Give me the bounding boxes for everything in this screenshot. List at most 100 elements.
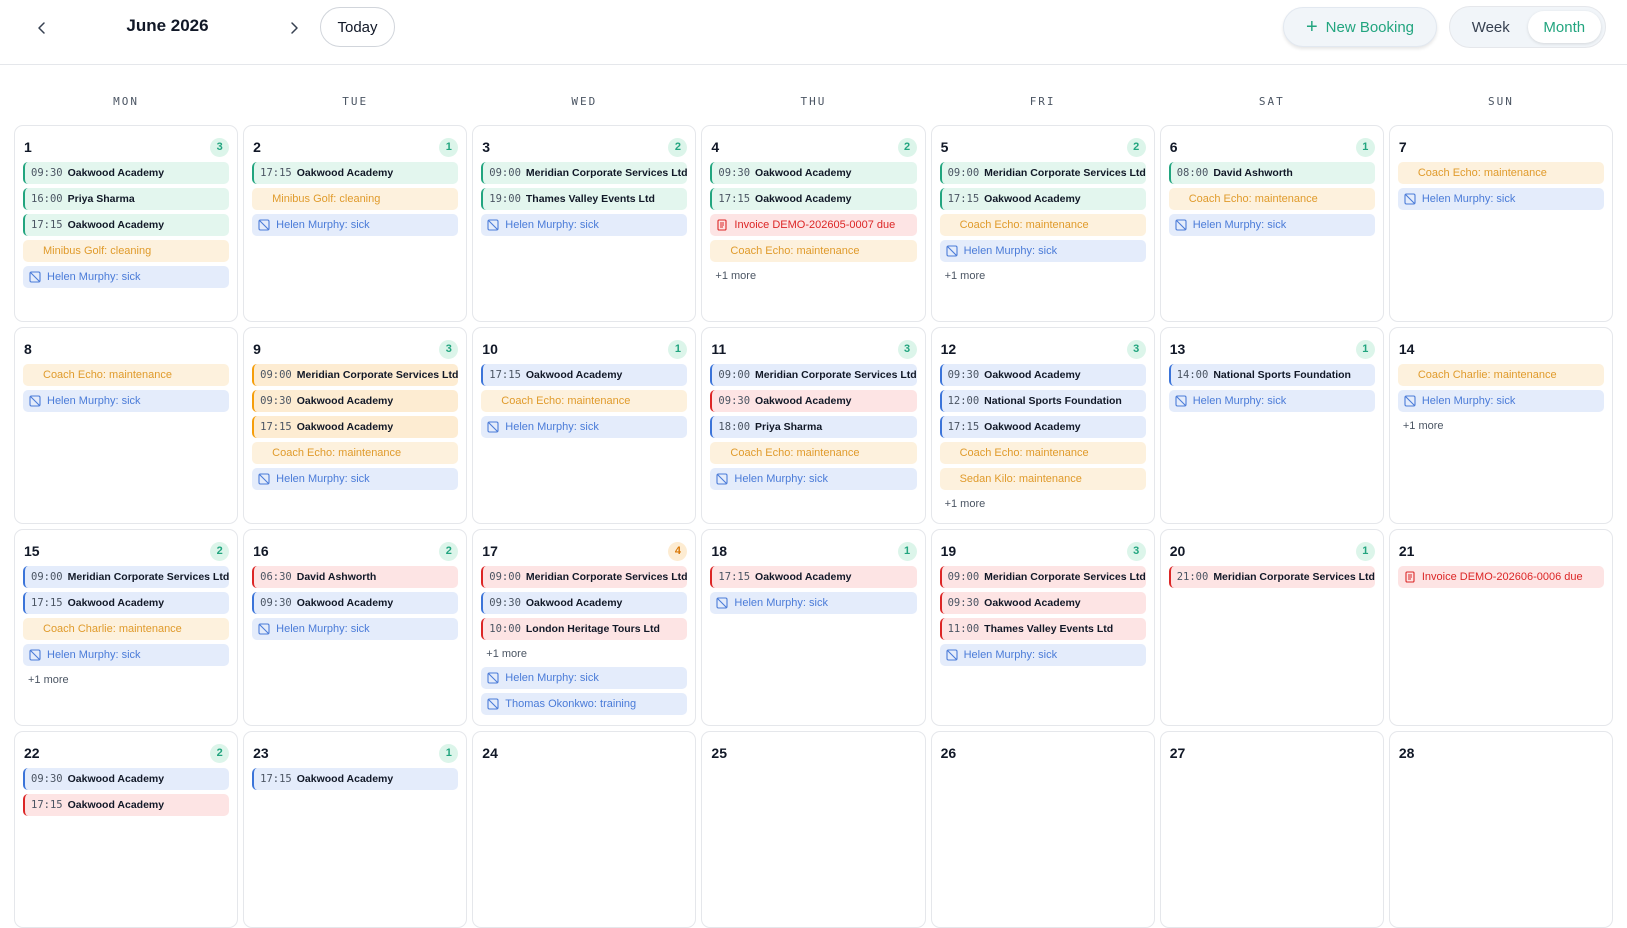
view-month-button[interactable]: Month bbox=[1527, 11, 1601, 43]
day-cell[interactable]: 17 4 09:00 Meridian Corporate Services Ltd 0… bbox=[472, 529, 697, 726]
today-button[interactable]: Today bbox=[320, 7, 395, 47]
booking-event[interactable]: 17:15 Oakwood Academy bbox=[252, 162, 459, 184]
staff-absence-event[interactable]: Helen Murphy: sick bbox=[1168, 214, 1375, 236]
booking-event[interactable]: 17:15 Oakwood Academy bbox=[23, 592, 230, 614]
booking-event[interactable]: 17:15 Oakwood Academy bbox=[252, 416, 459, 438]
invoice-due-event[interactable]: Invoice DEMO-202606-0006 due bbox=[1397, 566, 1604, 588]
booking-event[interactable]: 06:30 David Ashworth bbox=[252, 566, 459, 588]
day-cell[interactable]: 11 3 09:00 Meridian Corporate Services Ltd 0… bbox=[701, 327, 926, 524]
booking-event[interactable]: 08:00 David Ashworth bbox=[1168, 162, 1375, 184]
day-cell[interactable]: 5 2 09:00 Meridian Corporate Services Ltd 17… bbox=[930, 125, 1155, 322]
staff-absence-event[interactable]: Helen Murphy: sick bbox=[710, 592, 917, 614]
booking-event[interactable]: 09:30 Oakwood Academy bbox=[23, 162, 230, 184]
booking-event[interactable]: 09:30 Oakwood Academy bbox=[481, 592, 688, 614]
booking-event[interactable]: 10:00 London Heritage Tours Ltd bbox=[481, 618, 688, 640]
booking-event[interactable]: 17:15 Oakwood Academy bbox=[23, 794, 230, 816]
more-events-link[interactable]: +1 more bbox=[1398, 416, 1604, 435]
maintenance-event[interactable]: Coach Charlie: maintenance bbox=[1397, 364, 1604, 386]
day-cell[interactable]: 28 bbox=[1388, 731, 1613, 928]
staff-absence-event[interactable]: Helen Murphy: sick bbox=[23, 390, 230, 412]
day-cell[interactable]: 26 bbox=[930, 731, 1155, 928]
booking-event[interactable]: 17:15 Oakwood Academy bbox=[939, 416, 1146, 438]
booking-event[interactable]: 09:00 Meridian Corporate Services Ltd bbox=[710, 364, 917, 386]
day-cell[interactable]: 22 2 09:30 Oakwood Academy 17:15 Oakwood Acad… bbox=[14, 731, 239, 928]
day-cell[interactable]: 13 1 14:00 National Sports Foundation Helen … bbox=[1159, 327, 1384, 524]
day-cell[interactable]: 1 3 09:30 Oakwood Academy 16:00 Priya Sharma 1… bbox=[14, 125, 239, 322]
more-events-link[interactable]: +1 more bbox=[940, 494, 1146, 513]
booking-event[interactable]: 09:00 Meridian Corporate Services Ltd bbox=[23, 566, 230, 588]
day-cell[interactable]: 27 bbox=[1159, 731, 1384, 928]
maintenance-event[interactable]: Minibus Golf: cleaning bbox=[23, 240, 230, 262]
day-cell[interactable]: 12 3 09:30 Oakwood Academy 12:00 National Spo… bbox=[930, 327, 1155, 524]
booking-event[interactable]: 09:00 Meridian Corporate Services Ltd bbox=[939, 566, 1146, 588]
day-cell[interactable]: 3 2 09:00 Meridian Corporate Services Ltd 19… bbox=[472, 125, 697, 322]
maintenance-event[interactable]: Coach Echo: maintenance bbox=[252, 442, 459, 464]
booking-event[interactable]: 16:00 Priya Sharma bbox=[23, 188, 230, 210]
booking-event[interactable]: 17:15 Oakwood Academy bbox=[23, 214, 230, 236]
booking-event[interactable]: 09:30 Oakwood Academy bbox=[939, 364, 1146, 386]
day-cell[interactable]: 20 1 21:00 Meridian Corporate Services Ltd bbox=[1159, 529, 1384, 726]
staff-absence-event[interactable]: Helen Murphy: sick bbox=[252, 214, 459, 236]
day-cell[interactable]: 10 1 17:15 Oakwood Academy Coach Echo: maint… bbox=[472, 327, 697, 524]
booking-event[interactable]: 17:15 Oakwood Academy bbox=[481, 364, 688, 386]
day-cell[interactable]: 4 2 09:30 Oakwood Academy 17:15 Oakwood Acade… bbox=[701, 125, 926, 322]
maintenance-event[interactable]: Coach Charlie: maintenance bbox=[23, 618, 230, 640]
booking-event[interactable]: 09:30 Oakwood Academy bbox=[939, 592, 1146, 614]
day-cell[interactable]: 15 2 09:00 Meridian Corporate Services Ltd 1… bbox=[14, 529, 239, 726]
booking-event[interactable]: 09:30 Oakwood Academy bbox=[252, 592, 459, 614]
day-cell[interactable]: 7 Coach Echo: maintenance Helen Murphy: si… bbox=[1388, 125, 1613, 322]
maintenance-event[interactable]: Coach Echo: maintenance bbox=[939, 214, 1146, 236]
booking-event[interactable]: 09:00 Meridian Corporate Services Ltd bbox=[481, 162, 688, 184]
previous-month-button[interactable] bbox=[28, 14, 56, 42]
day-cell[interactable]: 21 Invoice DEMO-202606-0006 due bbox=[1388, 529, 1613, 726]
maintenance-event[interactable]: Coach Echo: maintenance bbox=[939, 442, 1146, 464]
more-events-link[interactable]: +1 more bbox=[481, 644, 687, 663]
maintenance-event[interactable]: Minibus Golf: cleaning bbox=[252, 188, 459, 210]
maintenance-event[interactable]: Coach Echo: maintenance bbox=[481, 390, 688, 412]
maintenance-event[interactable]: Coach Echo: maintenance bbox=[710, 240, 917, 262]
booking-event[interactable]: 11:00 Thames Valley Events Ltd bbox=[939, 618, 1146, 640]
staff-absence-event[interactable]: Helen Murphy: sick bbox=[1397, 390, 1604, 412]
maintenance-event[interactable]: Coach Echo: maintenance bbox=[710, 442, 917, 464]
booking-event[interactable]: 09:00 Meridian Corporate Services Ltd bbox=[481, 566, 688, 588]
day-cell[interactable]: 14 Coach Charlie: maintenance Helen Murphy… bbox=[1388, 327, 1613, 524]
more-events-link[interactable]: +1 more bbox=[23, 670, 229, 689]
booking-event[interactable]: 09:00 Meridian Corporate Services Ltd bbox=[939, 162, 1146, 184]
invoice-due-event[interactable]: Invoice DEMO-202605-0007 due bbox=[710, 214, 917, 236]
day-cell[interactable]: 9 3 09:00 Meridian Corporate Services Ltd 09… bbox=[243, 327, 468, 524]
maintenance-event[interactable]: Coach Echo: maintenance bbox=[1168, 188, 1375, 210]
more-events-link[interactable]: +1 more bbox=[710, 266, 916, 285]
maintenance-event[interactable]: Sedan Kilo: maintenance bbox=[939, 468, 1146, 490]
day-cell[interactable]: 25 bbox=[701, 731, 926, 928]
day-cell[interactable]: 24 bbox=[472, 731, 697, 928]
staff-absence-event[interactable]: Helen Murphy: sick bbox=[252, 618, 459, 640]
booking-event[interactable]: 21:00 Meridian Corporate Services Ltd bbox=[1168, 566, 1375, 588]
staff-absence-event[interactable]: Helen Murphy: sick bbox=[1168, 390, 1375, 412]
staff-absence-event[interactable]: Helen Murphy: sick bbox=[481, 416, 688, 438]
staff-absence-event[interactable]: Helen Murphy: sick bbox=[481, 667, 688, 689]
booking-event[interactable]: 09:30 Oakwood Academy bbox=[23, 768, 230, 790]
booking-event[interactable]: 12:00 National Sports Foundation bbox=[939, 390, 1146, 412]
staff-absence-event[interactable]: Helen Murphy: sick bbox=[23, 644, 230, 666]
more-events-link[interactable]: +1 more bbox=[940, 266, 1146, 285]
view-week-button[interactable]: Week bbox=[1454, 11, 1528, 43]
staff-absence-event[interactable]: Helen Murphy: sick bbox=[252, 468, 459, 490]
booking-event[interactable]: 17:15 Oakwood Academy bbox=[939, 188, 1146, 210]
day-cell[interactable]: 2 1 17:15 Oakwood Academy Minibus Golf: clea… bbox=[243, 125, 468, 322]
staff-absence-event[interactable]: Helen Murphy: sick bbox=[939, 240, 1146, 262]
booking-event[interactable]: 09:30 Oakwood Academy bbox=[710, 162, 917, 184]
next-month-button[interactable] bbox=[280, 14, 308, 42]
staff-absence-event[interactable]: Helen Murphy: sick bbox=[1397, 188, 1604, 210]
staff-absence-event[interactable]: Helen Murphy: sick bbox=[939, 644, 1146, 666]
staff-absence-event[interactable]: Helen Murphy: sick bbox=[481, 214, 688, 236]
booking-event[interactable]: 09:30 Oakwood Academy bbox=[252, 390, 459, 412]
booking-event[interactable]: 19:00 Thames Valley Events Ltd bbox=[481, 188, 688, 210]
booking-event[interactable]: 09:30 Oakwood Academy bbox=[710, 390, 917, 412]
booking-event[interactable]: 17:15 Oakwood Academy bbox=[710, 566, 917, 588]
day-cell[interactable]: 18 1 17:15 Oakwood Academy Helen Murphy: sic… bbox=[701, 529, 926, 726]
new-booking-button[interactable]: + New Booking bbox=[1283, 7, 1437, 47]
booking-event[interactable]: 14:00 National Sports Foundation bbox=[1168, 364, 1375, 386]
staff-absence-event[interactable]: Helen Murphy: sick bbox=[710, 468, 917, 490]
booking-event[interactable]: 18:00 Priya Sharma bbox=[710, 416, 917, 438]
day-cell[interactable]: 23 1 17:15 Oakwood Academy bbox=[243, 731, 468, 928]
